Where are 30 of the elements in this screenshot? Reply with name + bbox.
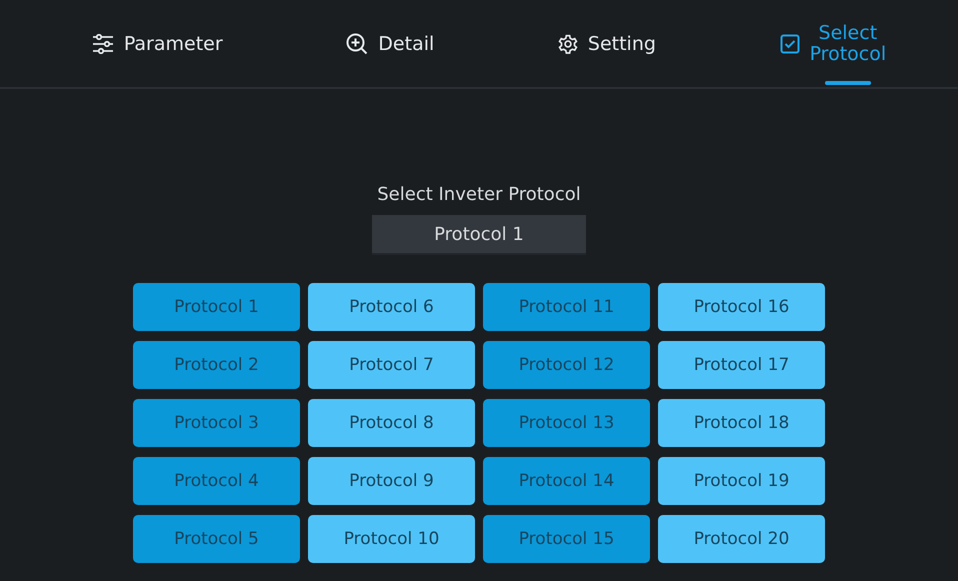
protocol-button[interactable]: Protocol 9 (308, 457, 475, 505)
tab[interactable]: Detail (336, 0, 444, 87)
protocol-button[interactable]: Protocol 18 (658, 399, 825, 447)
protocol-button[interactable]: Protocol 14 (483, 457, 650, 505)
protocol-button[interactable]: Protocol 7 (308, 341, 475, 389)
protocol-button[interactable]: Protocol 3 (133, 399, 300, 447)
protocol-button[interactable]: Protocol 12 (483, 341, 650, 389)
protocol-button[interactable]: Protocol 1 (133, 283, 300, 331)
protocol-button[interactable]: Protocol 8 (308, 399, 475, 447)
protocol-button[interactable]: Protocol 10 (308, 515, 475, 563)
sliders-icon (92, 34, 114, 54)
tab[interactable]: Select Protocol (770, 0, 896, 87)
protocol-button[interactable]: Protocol 15 (483, 515, 650, 563)
zoom-in-icon (346, 32, 368, 54)
section-title: Select Inveter Protocol (377, 184, 581, 205)
protocol-field[interactable]: Protocol 1 (372, 215, 586, 255)
protocol-button[interactable]: Protocol 5 (133, 515, 300, 563)
tab[interactable]: Setting (548, 0, 666, 87)
settings-icon (558, 34, 578, 54)
tab[interactable]: Parameter (82, 0, 233, 87)
checkbox-icon (780, 34, 800, 54)
protocol-button[interactable]: Protocol 13 (483, 399, 650, 447)
protocol-button[interactable]: Protocol 20 (658, 515, 825, 563)
protocol-button[interactable]: Protocol 11 (483, 283, 650, 331)
protocol-button[interactable]: Protocol 19 (658, 457, 825, 505)
protocol-button[interactable]: Protocol 2 (133, 341, 300, 389)
protocol-button[interactable]: Protocol 4 (133, 457, 300, 505)
protocol-button[interactable]: Protocol 16 (658, 283, 825, 331)
protocol-button[interactable]: Protocol 6 (308, 283, 475, 331)
protocol-button[interactable]: Protocol 17 (658, 341, 825, 389)
